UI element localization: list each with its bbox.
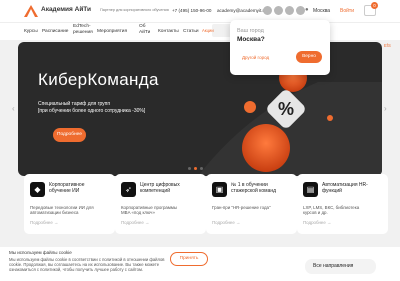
location-pin-icon: ● — [305, 7, 309, 13]
card-desc-line2: MBA «под ключ» — [121, 210, 155, 216]
briefcase-icon: ▣ — [212, 182, 227, 197]
confirm-city-button[interactable]: Верно — [296, 51, 322, 63]
hero-more-button[interactable]: Подробнее — [53, 128, 86, 142]
nav-item-edtech[interactable]: EdTech- решения — [73, 24, 93, 35]
card-more-link[interactable]: Подробнее → — [30, 220, 58, 225]
card-title: Центр цифровых компетенций — [140, 182, 204, 194]
cart-count-badge: 0 — [371, 2, 378, 9]
card-more-link[interactable]: Подробнее → — [212, 220, 240, 225]
card-title: № 1 в обучении стажерской команд — [231, 182, 295, 194]
card-desc: Гран-при "HR-решение года" — [212, 205, 292, 210]
card-desc-line2: автоматизации бизнеса — [30, 210, 79, 216]
city-confirm-popup: Ваш город Москва? Другой город Верно — [230, 20, 330, 75]
city-selector[interactable]: Москва — [313, 8, 330, 14]
nav-item-events[interactable]: Мероприятия — [97, 29, 127, 35]
feature-card[interactable]: ▣ № 1 в обучении стажерской команд Гран-… — [206, 174, 297, 234]
card-title-line2: функций — [322, 188, 342, 194]
nav-item-edtech-line2: решения — [73, 29, 93, 35]
nav-item-courses[interactable]: Курсы — [24, 29, 38, 35]
telegram-icon[interactable] — [274, 6, 283, 15]
nav-item-promo[interactable]: Акции — [202, 28, 214, 33]
svg-text:%: % — [278, 99, 294, 119]
vk-icon[interactable] — [263, 6, 272, 15]
card-desc: Передовые технологии ИИ для автоматизаци… — [30, 205, 110, 215]
carousel-dot[interactable] — [188, 167, 191, 170]
phone-link[interactable]: +7 (495) 150-96-00 — [172, 8, 211, 13]
hero-subtitle: Специальный тариф для групп [при обучени… — [38, 101, 145, 114]
feature-card[interactable]: ➶ Центр цифровых компетенций Корпоративн… — [115, 174, 206, 234]
other-city-link[interactable]: Другой город — [242, 55, 269, 60]
card-desc: LXP, LMS, ВКС, библиотека курсов и др. — [303, 205, 383, 215]
cookie-text: Мы используем файлы cookie в соответстви… — [9, 257, 169, 272]
carousel-prev-icon[interactable]: ‹ — [12, 104, 15, 113]
hero-title: КиберКоманда — [38, 70, 159, 89]
all-directions-label[interactable]: Все направления — [313, 263, 353, 269]
brand-tagline: Партнер для корпоративного обучения — [100, 8, 169, 12]
hero-subtitle-line2: [при обучении более одного сотрудника -3… — [38, 107, 146, 114]
cookie-accept-button[interactable]: Принять — [170, 252, 208, 266]
youtube-icon[interactable] — [285, 6, 294, 15]
carousel-next-icon[interactable]: › — [384, 104, 387, 113]
card-title: Корпоративное обучение ИИ — [49, 182, 113, 194]
odnoklassniki-icon[interactable] — [296, 6, 305, 15]
nav-item-about-line2: АйТи — [139, 29, 151, 35]
card-desc-line2: курсов и др. — [303, 210, 328, 216]
popup-question: Ваш город — [237, 28, 264, 34]
rocket-icon: ➶ — [121, 182, 136, 197]
cookie-title: Мы используем файлы cookie — [9, 250, 72, 255]
chat-icon: ▤ — [303, 182, 318, 197]
nav-item-schedule[interactable]: Расписание — [42, 29, 68, 35]
card-title-line2: компетенций — [140, 188, 171, 194]
ai-icon: ◆ — [30, 182, 45, 197]
feature-card[interactable]: ▤ Автоматизация HR- функций LXP, LMS, ВК… — [297, 174, 388, 234]
feature-card[interactable]: ◆ Корпоративное обучение ИИ Передовые те… — [24, 174, 115, 234]
side-tail-text: EfS — [384, 43, 391, 48]
nav-item-contacts[interactable]: Контакты — [158, 29, 179, 35]
nav-item-about[interactable]: Об АйТи — [139, 24, 150, 35]
card-more-link[interactable]: Подробнее → — [303, 220, 331, 225]
nav-item-edtech-line1: EdTech- — [73, 24, 91, 29]
card-more-link[interactable]: Подробнее → — [121, 220, 149, 225]
nav-item-articles[interactable]: Статьи — [183, 29, 199, 35]
cookie-text-line3: ознакомиться с политикой, чтобы получить… — [9, 267, 144, 272]
logo-icon[interactable] — [24, 5, 38, 17]
brand-name[interactable]: Академия АйТи — [41, 6, 91, 13]
card-title-line2: стажерской команд — [231, 188, 277, 194]
email-link[interactable]: academy@academyit.ru — [217, 8, 267, 13]
popup-city: Москва? — [237, 36, 265, 43]
carousel-dot[interactable] — [200, 167, 203, 170]
card-title-line2: обучение ИИ — [49, 188, 80, 194]
login-link[interactable]: Войти — [340, 8, 354, 14]
carousel-dot-active[interactable] — [194, 167, 197, 170]
card-desc: Корпоративные программы MBA «под ключ» — [121, 205, 201, 215]
card-title: Автоматизация HR- функций — [322, 182, 386, 194]
card-desc-line1: Гран-при "HR-решение года" — [212, 205, 271, 210]
